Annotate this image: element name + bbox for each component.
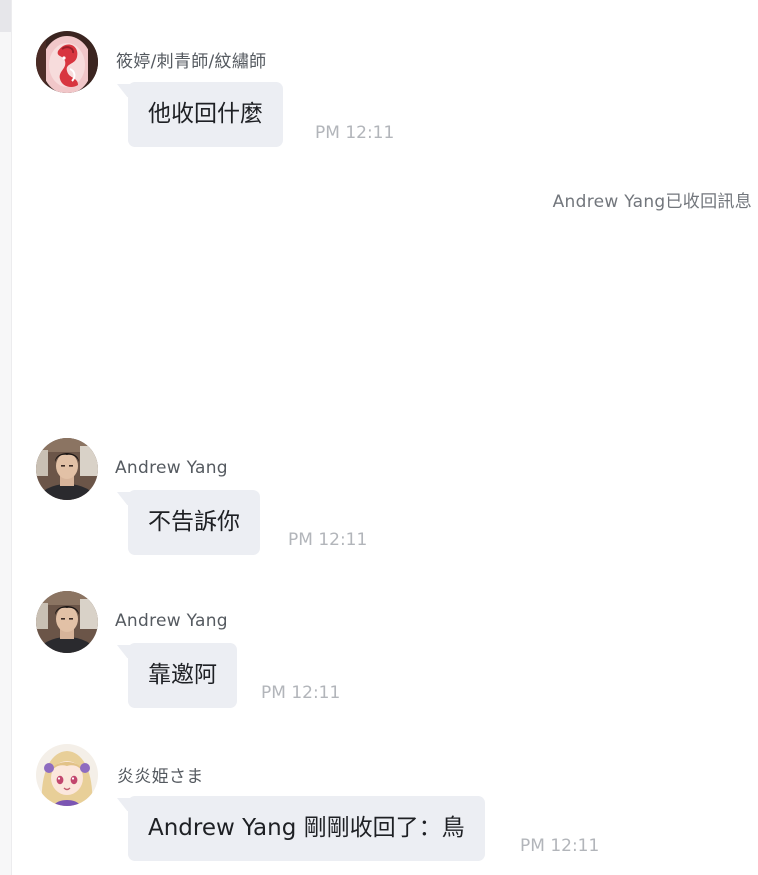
message-time: PM 12:11 — [261, 683, 341, 703]
left-panel-edge — [0, 0, 12, 875]
sender-name: Andrew Yang — [115, 458, 228, 478]
message-time: PM 12:11 — [288, 530, 368, 550]
message-time: PM 12:11 — [315, 123, 395, 143]
unsend-notice: Andrew Yang已收回訊息 — [552, 192, 752, 212]
tattoo-artist-avatar-icon[interactable] — [36, 31, 98, 93]
left-panel-tab[interactable] — [0, 0, 11, 32]
anime-girl-avatar-icon[interactable] — [36, 744, 98, 806]
message-bubble[interactable]: 他收回什麼 — [128, 82, 283, 147]
man-photo-avatar-icon[interactable] — [36, 591, 98, 653]
message-bubble[interactable]: 不告訴你 — [128, 490, 260, 555]
sender-name: 筱婷/刺青師/紋繡師 — [116, 52, 267, 72]
message-time: PM 12:11 — [520, 836, 600, 856]
sender-name: 炎炎姫さま — [117, 767, 204, 787]
man-photo-avatar-icon[interactable] — [36, 438, 98, 500]
sender-name: Andrew Yang — [115, 611, 228, 631]
message-bubble[interactable]: Andrew Yang 剛剛收回了：鳥 — [128, 796, 485, 861]
message-bubble[interactable]: 靠邀阿 — [128, 643, 237, 708]
